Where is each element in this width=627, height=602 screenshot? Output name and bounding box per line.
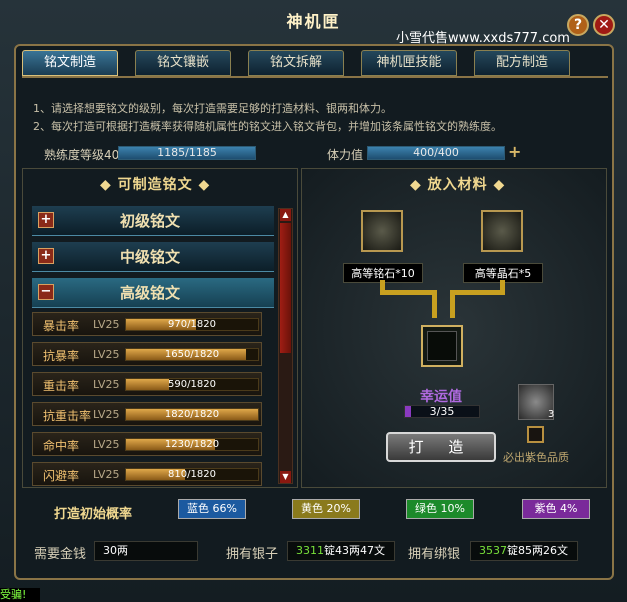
chat-snippet: 受骗!	[0, 588, 40, 602]
category-intermediate[interactable]: + 中级铭文	[32, 242, 274, 272]
inscription-level: LV25	[93, 318, 120, 331]
inscription-level: LV25	[93, 408, 120, 421]
add-stamina-button[interactable]: +	[508, 142, 521, 161]
inscription-progress-bar: 970/1820	[125, 318, 259, 331]
inscription-progress: 1650/1820	[164, 349, 220, 360]
pipe-segment	[432, 290, 437, 318]
bound-silver-remainder: 锭85两26文	[507, 544, 568, 557]
instruction-line-2: 2、每次打造可根据打造概率获得随机属性的铭文进入铭文背包，并增加该条属性铭文的熟…	[33, 120, 502, 133]
tab-recipe-craft[interactable]: 配方制造	[474, 50, 570, 76]
inscription-row[interactable]: 重击率 LV25 590/1820	[32, 372, 262, 396]
inscription-progress: 1820/1820	[164, 409, 220, 420]
bound-silver-ingots: 3537	[479, 544, 507, 557]
list-scrollbar[interactable]: ▲ ▼	[278, 208, 293, 484]
luck-bar-fill	[405, 406, 412, 417]
scroll-down-icon[interactable]: ▼	[280, 471, 291, 483]
purple-guarantee-label: 必出紫色品质	[503, 451, 569, 464]
tab-inscription-craft[interactable]: 铭文制造	[22, 50, 118, 76]
scroll-up-icon[interactable]: ▲	[280, 209, 291, 221]
inscription-row[interactable]: 闪避率 LV25 810/1820	[32, 462, 262, 486]
output-slot[interactable]	[421, 325, 463, 367]
inscription-level: LV25	[93, 438, 120, 451]
inscription-name: 暴击率	[43, 319, 80, 333]
prob-green: 绿色 10%	[406, 499, 474, 519]
inscription-progress: 590/1820	[168, 379, 216, 390]
tab-shenjixia-skill[interactable]: 神机匣技能	[361, 50, 457, 76]
inscription-progress-bar: 590/1820	[125, 378, 259, 391]
silver-remainder: 锭43两47文	[324, 544, 385, 557]
bound-silver-value: 3537锭85两26文	[470, 541, 578, 561]
inscription-name: 抗重击率	[43, 409, 92, 423]
inscription-row[interactable]: 命中率 LV25 1230/1820	[32, 432, 262, 456]
proficiency-bar: 1185/1185	[118, 146, 256, 160]
watermark-text: 小雪代售www.xxds777.com	[396, 31, 570, 46]
pipe-segment	[450, 290, 455, 318]
material-slot-crystal[interactable]	[481, 210, 523, 252]
inscription-row[interactable]: 抗重击率 LV25 1820/1820	[32, 402, 262, 426]
inscription-name: 重击率	[43, 379, 80, 393]
material-slot-ingot-stone[interactable]	[361, 210, 403, 252]
expand-icon: +	[38, 248, 54, 264]
silver-value: 3311锭43两47文	[287, 541, 395, 561]
prob-yellow: 黄色 20%	[292, 499, 360, 519]
inscription-name: 命中率	[43, 439, 80, 453]
tab-inscription-dismantle[interactable]: 铭文拆解	[248, 50, 344, 76]
stamina-label: 体力值	[327, 148, 364, 162]
category-label: 高级铭文	[120, 284, 181, 302]
expand-icon: +	[38, 212, 54, 228]
stamina-value: 400/400	[413, 146, 459, 159]
prob-purple: 紫色 4%	[522, 499, 590, 519]
close-button[interactable]: ✕	[593, 14, 615, 36]
category-advanced[interactable]: − 高级铭文	[32, 278, 274, 308]
luck-bar: 3/35	[404, 405, 480, 418]
inscription-progress: 810/1820	[168, 469, 216, 480]
inscription-progress-bar: 1650/1820	[125, 348, 259, 361]
money-value: 30两	[94, 541, 198, 561]
inscription-row[interactable]: 抗暴率 LV25 1650/1820	[32, 342, 262, 366]
materials-heading: ◆ 放入材料 ◆	[410, 177, 506, 193]
silver-label: 拥有银子	[226, 547, 279, 562]
inscription-progress-bar: 810/1820	[125, 468, 259, 481]
craftable-heading: ◆ 可制造铭文 ◆	[100, 177, 211, 193]
purple-guarantee-checkbox[interactable]	[527, 426, 544, 443]
shenjixia-window: 神机匣 小雪代售www.xxds777.com ? ✕ 铭文制造 铭文镶嵌 铭文…	[0, 0, 627, 602]
inscription-level: LV25	[93, 468, 120, 481]
pipe-segment	[380, 290, 436, 295]
inscription-name: 闪避率	[43, 469, 80, 483]
category-label: 中级铭文	[120, 248, 181, 266]
tab-inscription-inlay[interactable]: 铭文镶嵌	[135, 50, 231, 76]
forge-button[interactable]: 打 造	[386, 432, 496, 462]
instruction-line-1: 1、请选择想要铭文的级别，每次打造需要足够的打造材料、银两和体力。	[33, 102, 392, 115]
silver-ingots: 3311	[296, 544, 324, 557]
inscription-progress-bar: 1230/1820	[125, 438, 259, 451]
collapse-icon: −	[38, 284, 54, 300]
luck-value: 3/35	[429, 405, 455, 418]
category-basic[interactable]: + 初级铭文	[32, 206, 274, 236]
pipe-segment	[450, 290, 505, 295]
inscription-row[interactable]: 暴击率 LV25 970/1820	[32, 312, 262, 336]
proficiency-value: 1185/1185	[157, 146, 217, 159]
tab-divider	[22, 76, 608, 78]
money-label: 需要金钱	[34, 547, 87, 562]
inscription-progress: 970/1820	[168, 319, 216, 330]
proficiency-label: 熟练度等级40	[44, 148, 120, 162]
crystal-count: 3	[548, 409, 555, 420]
inscription-name: 抗暴率	[43, 349, 80, 363]
inscription-level: LV25	[93, 378, 120, 391]
inscription-level: LV25	[93, 348, 120, 361]
luck-label: 幸运值	[420, 389, 462, 405]
stamina-bar: 400/400	[367, 146, 505, 160]
category-label: 初级铭文	[120, 212, 181, 230]
prob-blue: 蓝色 66%	[178, 499, 246, 519]
scroll-thumb[interactable]	[280, 223, 291, 353]
inscription-progress: 1230/1820	[164, 439, 220, 450]
inscription-progress-bar: 1820/1820	[125, 408, 259, 421]
output-slot-inner	[427, 331, 457, 361]
bound-silver-label: 拥有绑银	[408, 547, 461, 562]
probability-label: 打造初始概率	[54, 507, 133, 522]
help-button[interactable]: ?	[567, 14, 589, 36]
